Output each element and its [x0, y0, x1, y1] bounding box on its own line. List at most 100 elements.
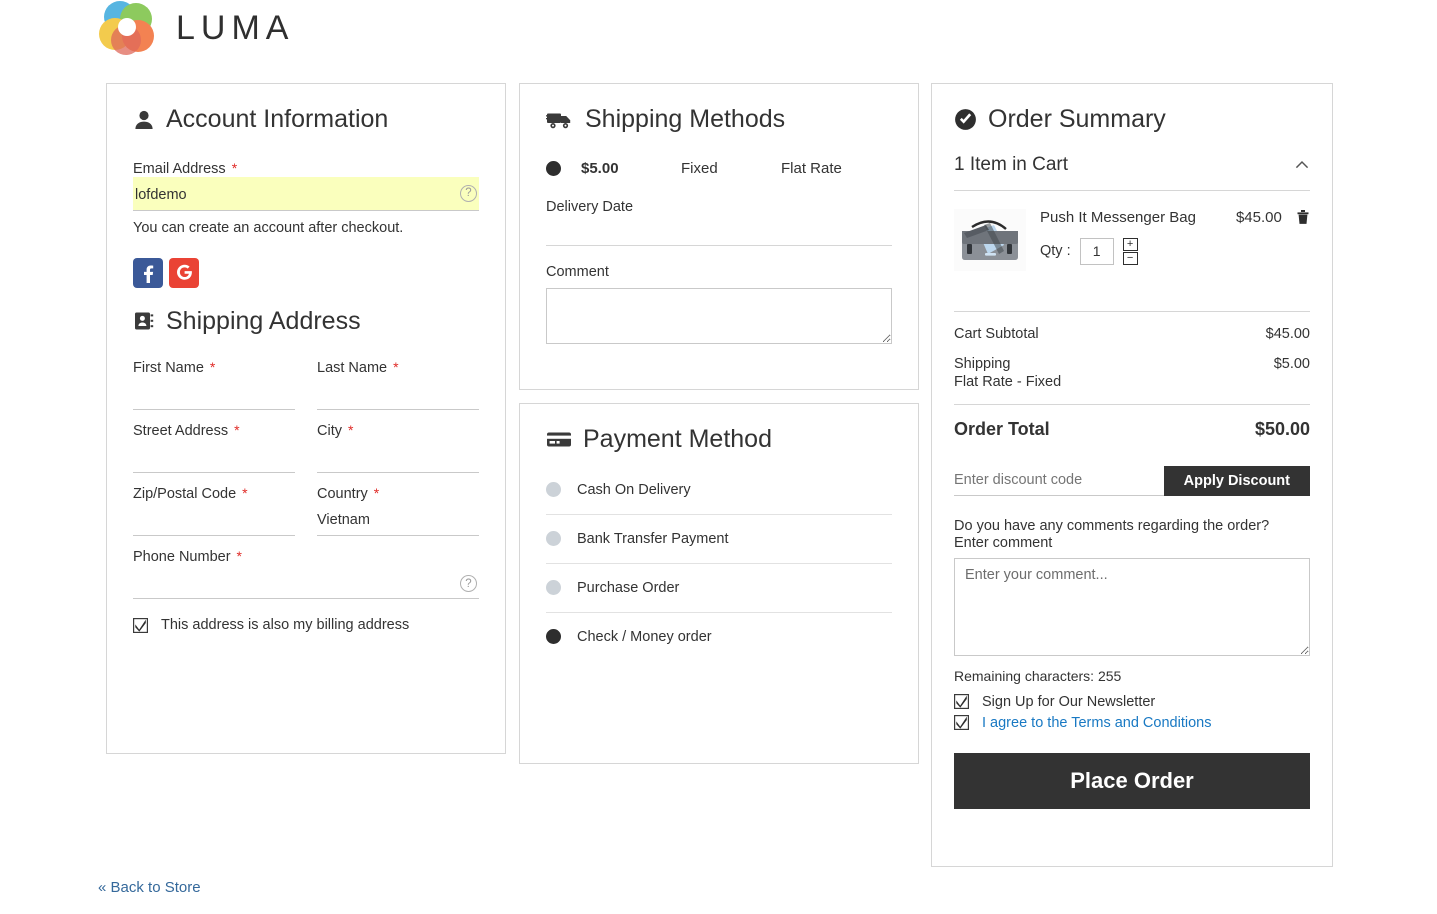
- shipping-method-row[interactable]: $5.00 Fixed Flat Rate: [546, 160, 892, 177]
- discount-row: Apply Discount: [954, 465, 1310, 496]
- billing-address-checkbox[interactable]: [133, 617, 149, 633]
- question-mark-icon[interactable]: ?: [460, 575, 477, 592]
- zip-code-input[interactable]: [133, 502, 295, 536]
- payment-option-label: Purchase Order: [577, 579, 680, 596]
- delivery-date-label: Delivery Date: [546, 198, 634, 215]
- terms-and-conditions-link[interactable]: I agree to the Terms and Conditions: [982, 715, 1211, 731]
- apply-discount-button[interactable]: Apply Discount: [1163, 465, 1310, 496]
- shipping-divider: [546, 244, 892, 246]
- brand-name: LUMA: [176, 8, 295, 47]
- payment-option-purchase-order[interactable]: Purchase Order: [546, 564, 892, 613]
- shipping-total-value: $5.00: [1273, 355, 1310, 372]
- payment-option-label: Bank Transfer Payment: [577, 530, 729, 547]
- address-book-icon: [133, 310, 155, 332]
- plus-icon[interactable]: +: [1122, 237, 1138, 251]
- payment-radio[interactable]: [546, 580, 561, 595]
- place-order-button[interactable]: Place Order: [954, 752, 1310, 809]
- luma-rings-logo: [98, 0, 158, 56]
- terms-checkbox-row[interactable]: I agree to the Terms and Conditions: [954, 715, 1310, 731]
- quantity-stepper[interactable]: Qty : + −: [1040, 237, 1310, 265]
- zip-code-label: Zip/Postal Code *: [133, 485, 248, 502]
- payment-option-cash-on-delivery[interactable]: Cash On Delivery: [546, 466, 892, 515]
- street-address-label: Street Address *: [133, 422, 240, 439]
- email-input[interactable]: [133, 176, 479, 211]
- order-summary-title: Order Summary: [988, 105, 1166, 133]
- cart-subtotal-label: Cart Subtotal: [954, 325, 1039, 342]
- credit-card-icon: [546, 430, 572, 450]
- shipping-comment-textarea[interactable]: [546, 287, 892, 344]
- quantity-label: Qty :: [1040, 243, 1071, 259]
- grand-total-divider: [954, 403, 1310, 405]
- cart-item: Push It Messenger Bag $45.00 Qty: 1 + −: [954, 191, 1310, 281]
- remaining-characters-text: Remaining characters: 255: [954, 667, 1122, 684]
- minus-icon[interactable]: −: [1122, 251, 1138, 265]
- last-name-input[interactable]: [317, 376, 479, 410]
- order-comment-label: Enter comment: [954, 534, 1053, 551]
- shipping-methods-heading: Shipping Methods: [546, 105, 892, 134]
- email-label: Email Address *: [133, 159, 238, 177]
- account-hint-text: You can create an account after checkout…: [133, 219, 404, 236]
- terms-checkbox[interactable]: [954, 715, 970, 731]
- order-comment-question: Do you have any comments regarding the o…: [954, 517, 1270, 534]
- order-total-value: $50.00: [1254, 418, 1310, 439]
- check-circle-icon: [954, 108, 977, 131]
- order-summary-panel: Order Summary 1 Item in Cart Push It Mes…: [931, 83, 1333, 867]
- payment-radio[interactable]: [546, 629, 561, 644]
- first-name-input[interactable]: [133, 376, 295, 410]
- shipping-address-heading: Shipping Address: [133, 306, 479, 336]
- facebook-login-button[interactable]: [133, 257, 163, 288]
- shipping-address-title: Shipping Address: [166, 306, 361, 335]
- newsletter-checkbox-label: Sign Up for Our Newsletter: [982, 693, 1156, 710]
- zip-code-group: Zip/Postal Code *: [133, 485, 295, 536]
- page-header: LUMA: [0, 0, 1437, 62]
- payment-method-title: Payment Method: [583, 425, 772, 453]
- brand-logo[interactable]: LUMA: [98, 0, 294, 56]
- back-to-store-link[interactable]: « Back to Store: [98, 879, 201, 896]
- order-total-label: Order Total: [954, 418, 1050, 439]
- cart-items-toggle[interactable]: 1 Item in Cart: [954, 154, 1310, 191]
- country-select[interactable]: [317, 502, 479, 536]
- newsletter-checkbox[interactable]: [954, 694, 970, 710]
- order-comment-textarea[interactable]: [954, 557, 1310, 656]
- account-information-heading: Account Information: [133, 105, 479, 134]
- cart-item-name: Push It Messenger Bag: [1040, 208, 1196, 226]
- delivery-truck-icon: [546, 109, 574, 131]
- shipping-method-radio[interactable]: [546, 160, 561, 176]
- phone-number-input[interactable]: [133, 565, 479, 599]
- last-name-group: Last Name *: [317, 359, 479, 410]
- payment-option-label: Check / Money order: [577, 628, 712, 645]
- required-asterisk: *: [231, 159, 238, 176]
- street-address-group: Street Address *: [133, 422, 295, 473]
- last-name-label: Last Name *: [317, 359, 399, 376]
- payment-option-check-money-order[interactable]: Check / Money order: [546, 613, 892, 661]
- cart-subtotal-row: Cart Subtotal $45.00: [954, 326, 1310, 342]
- city-input[interactable]: [317, 439, 479, 473]
- trash-icon[interactable]: [1296, 209, 1310, 225]
- chevron-up-icon[interactable]: [1294, 157, 1310, 173]
- newsletter-checkbox-row[interactable]: Sign Up for Our Newsletter: [954, 694, 1310, 710]
- payment-radio[interactable]: [546, 531, 561, 546]
- billing-address-checkbox-row[interactable]: This address is also my billing address: [133, 617, 479, 633]
- discount-code-input[interactable]: [954, 465, 1164, 496]
- cart-item-price: $45.00: [1235, 208, 1282, 226]
- payment-option-bank-transfer[interactable]: Bank Transfer Payment: [546, 515, 892, 564]
- question-mark-icon[interactable]: ?: [460, 184, 477, 202]
- city-group: City *: [317, 422, 479, 473]
- quantity-input[interactable]: [1079, 237, 1114, 265]
- address-fields-grid: First Name * Last Name * Street Address * C…: [133, 359, 479, 548]
- shipping-total-row: Shipping $5.00: [954, 356, 1310, 372]
- city-label: City *: [317, 422, 354, 439]
- first-name-label: First Name *: [133, 359, 216, 376]
- phone-number-group: Phone Number * ?: [133, 548, 479, 599]
- quantity-stepper-buttons: + −: [1122, 237, 1138, 265]
- street-address-input[interactable]: [133, 439, 295, 473]
- user-icon: [133, 109, 155, 131]
- payment-radio[interactable]: [546, 482, 561, 497]
- cart-item-count: 1 Item in Cart: [954, 153, 1069, 175]
- messenger-bag-image: [954, 208, 1026, 271]
- google-login-button[interactable]: [169, 257, 199, 288]
- shipping-methods-panel: Shipping Methods $5.00 Fixed Flat Rate D…: [519, 83, 919, 390]
- social-login-row: [133, 257, 479, 288]
- payment-option-label: Cash On Delivery: [577, 481, 691, 498]
- shipping-method-price: $5.00: [581, 159, 619, 177]
